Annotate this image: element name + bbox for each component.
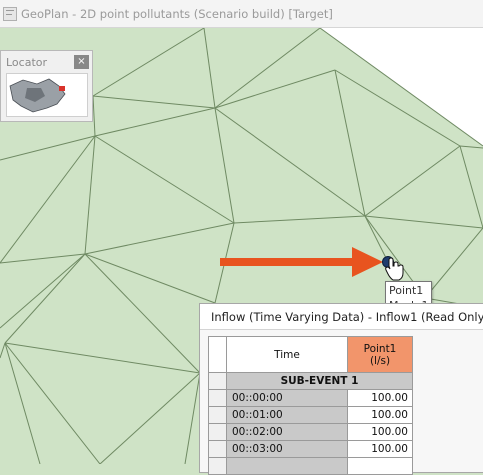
inflow-table[interactable]: Time Point1 (l/s) SUB-EVENT 1 00::00:00 … [208, 336, 413, 475]
table-row [208, 457, 413, 475]
table-row: 00::01:00 100.00 [208, 406, 413, 424]
row-header[interactable] [208, 389, 227, 407]
row-header[interactable] [208, 423, 227, 441]
locator-panel[interactable]: Locator × [0, 50, 93, 122]
time-cell[interactable]: 00::01:00 [226, 406, 348, 424]
time-cell[interactable]: 00::03:00 [226, 440, 348, 458]
value-cell[interactable] [347, 457, 413, 475]
inflow-grid[interactable]: Time Point1 (l/s) SUB-EVENT 1 00::00:00 … [208, 336, 413, 475]
window-title: GeoPlan - 2D point pollutants (Scenario … [21, 6, 333, 21]
grid-corner-cell[interactable] [208, 336, 227, 373]
app-title-bar: GeoPlan - 2D point pollutants (Scenario … [0, 0, 483, 28]
inflow-window-title-bar[interactable]: Inflow (Time Varying Data) - Inflow1 (Re… [200, 304, 483, 330]
column-header-point-name: Point1 [363, 342, 397, 355]
row-header[interactable] [208, 406, 227, 424]
value-cell[interactable]: 100.00 [347, 406, 413, 424]
value-cell[interactable]: 100.00 [347, 389, 413, 407]
geoplan-app-icon [3, 6, 17, 21]
locator-overview-map[interactable] [6, 73, 88, 117]
sub-event-row: SUB-EVENT 1 [208, 372, 413, 390]
inflow-grid-window[interactable]: Inflow (Time Varying Data) - Inflow1 (Re… [199, 303, 483, 475]
time-cell[interactable] [226, 457, 348, 475]
table-row: 00::02:00 100.00 [208, 423, 413, 441]
row-header[interactable] [208, 372, 227, 390]
column-header-point1[interactable]: Point1 (l/s) [347, 336, 413, 373]
value-cell[interactable]: 100.00 [347, 440, 413, 458]
row-header[interactable] [208, 457, 227, 475]
locator-thumbnail [9, 78, 66, 113]
inflow-window-title: Inflow (Time Varying Data) - Inflow1 (Re… [211, 309, 483, 324]
time-cell[interactable]: 00::00:00 [226, 389, 348, 407]
column-header-time[interactable]: Time [226, 336, 348, 373]
row-header[interactable] [208, 440, 227, 458]
grid-header-row: Time Point1 (l/s) [208, 336, 413, 373]
locator-view-rect [59, 86, 65, 91]
table-row: 00::00:00 100.00 [208, 389, 413, 407]
time-cell[interactable]: 00::02:00 [226, 423, 348, 441]
locator-close-button[interactable]: × [74, 55, 89, 69]
sub-event-label: SUB-EVENT 1 [226, 372, 413, 390]
locator-title: Locator [6, 55, 48, 69]
locator-header: Locator × [1, 51, 92, 73]
value-cell[interactable]: 100.00 [347, 423, 413, 441]
tooltip-object-name: Point1 [389, 284, 424, 297]
column-header-point-unit: (l/s) [369, 354, 391, 367]
table-row: 00::03:00 100.00 [208, 440, 413, 458]
